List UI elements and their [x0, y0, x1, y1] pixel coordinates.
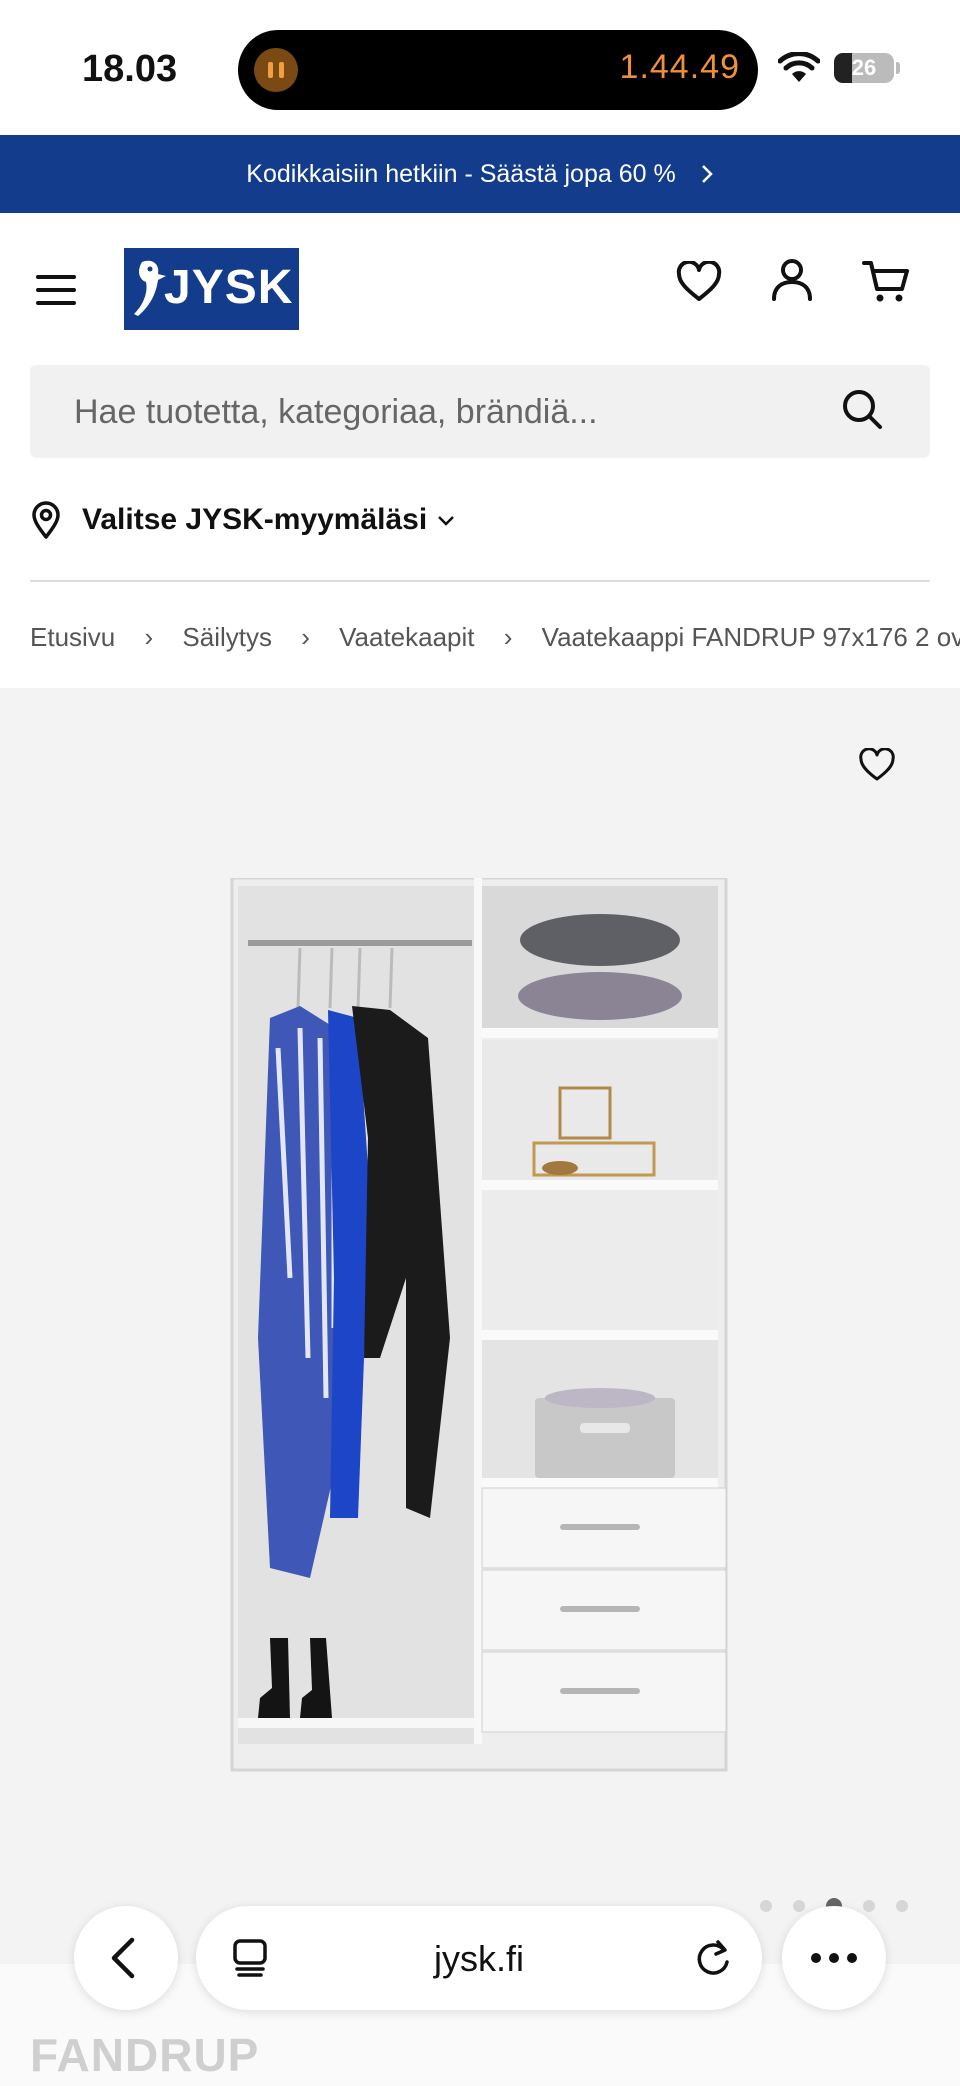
- browser-address-bar[interactable]: jysk.fi: [196, 1906, 762, 2010]
- search-input[interactable]: Hae tuotetta, kategoriaa, brändiä...: [74, 393, 598, 432]
- chevron-right-icon: ›: [144, 621, 154, 652]
- dynamic-island[interactable]: 1.44.49: [238, 30, 758, 110]
- breadcrumb-item-current: Vaatekaappi FANDRUP 97x176 2 ovea: [541, 621, 960, 652]
- chevron-down-icon: [438, 516, 455, 526]
- product-name: FANDRUP: [30, 2029, 260, 2081]
- site-header: JYSK: [0, 213, 960, 363]
- user-icon[interactable]: [770, 257, 814, 303]
- store-label: Valitse JYSK-myymäläsi: [82, 503, 428, 536]
- store-selector[interactable]: Valitse JYSK-myymäläsi: [30, 495, 455, 545]
- logo-text: JYSK: [164, 261, 294, 314]
- status-bar: 18.03 1.44.49 26: [0, 0, 960, 135]
- breadcrumb-item-home[interactable]: Etusivu: [30, 622, 115, 653]
- promo-banner[interactable]: Kodikkaisiin hetkiin - Säästä jopa 60 %: [0, 135, 960, 213]
- bird-icon: [134, 260, 166, 316]
- wardrobe-product-image[interactable]: [230, 878, 730, 1778]
- search-icon[interactable]: [840, 387, 886, 433]
- product-gallery[interactable]: [0, 688, 960, 2086]
- more-dots-icon: [811, 1953, 857, 1963]
- promo-text: Kodikkaisiin hetkiin - Säästä jopa 60 %: [246, 159, 676, 188]
- timer-readout: 1.44.49: [619, 48, 740, 86]
- breadcrumb-item-wardrobes[interactable]: Vaatekaapit: [339, 622, 474, 653]
- heart-icon[interactable]: [676, 261, 722, 303]
- breadcrumb: Etusivu › Säilytys › Vaatekaapit › Vaate…: [30, 620, 960, 660]
- divider: [30, 580, 930, 582]
- location-pin-icon: [32, 501, 60, 539]
- browser-more-button[interactable]: [782, 1906, 886, 2010]
- wifi-icon: [778, 52, 820, 82]
- search-bar[interactable]: Hae tuotetta, kategoriaa, brändiä...: [30, 365, 930, 458]
- battery-indicator: 26: [834, 53, 894, 83]
- favorite-heart-icon[interactable]: [858, 748, 896, 782]
- chevron-right-icon: [701, 165, 713, 183]
- browser-back-button[interactable]: [74, 1906, 178, 2010]
- pagination-dot[interactable]: [896, 1900, 908, 1912]
- url-text[interactable]: jysk.fi: [196, 1938, 762, 1980]
- cart-icon[interactable]: [862, 259, 910, 305]
- chevron-right-icon: ›: [503, 621, 513, 652]
- chevron-right-icon: ›: [301, 621, 310, 652]
- pagination-dot[interactable]: [760, 1900, 772, 1912]
- reload-icon[interactable]: [694, 1936, 734, 1980]
- jysk-logo[interactable]: JYSK: [124, 248, 299, 330]
- status-time: 18.03: [82, 48, 178, 90]
- hamburger-menu-icon[interactable]: [36, 275, 76, 305]
- chevron-left-icon: [111, 1937, 135, 1979]
- pause-icon[interactable]: [254, 48, 298, 92]
- breadcrumb-item-storage[interactable]: Säilytys: [182, 622, 272, 653]
